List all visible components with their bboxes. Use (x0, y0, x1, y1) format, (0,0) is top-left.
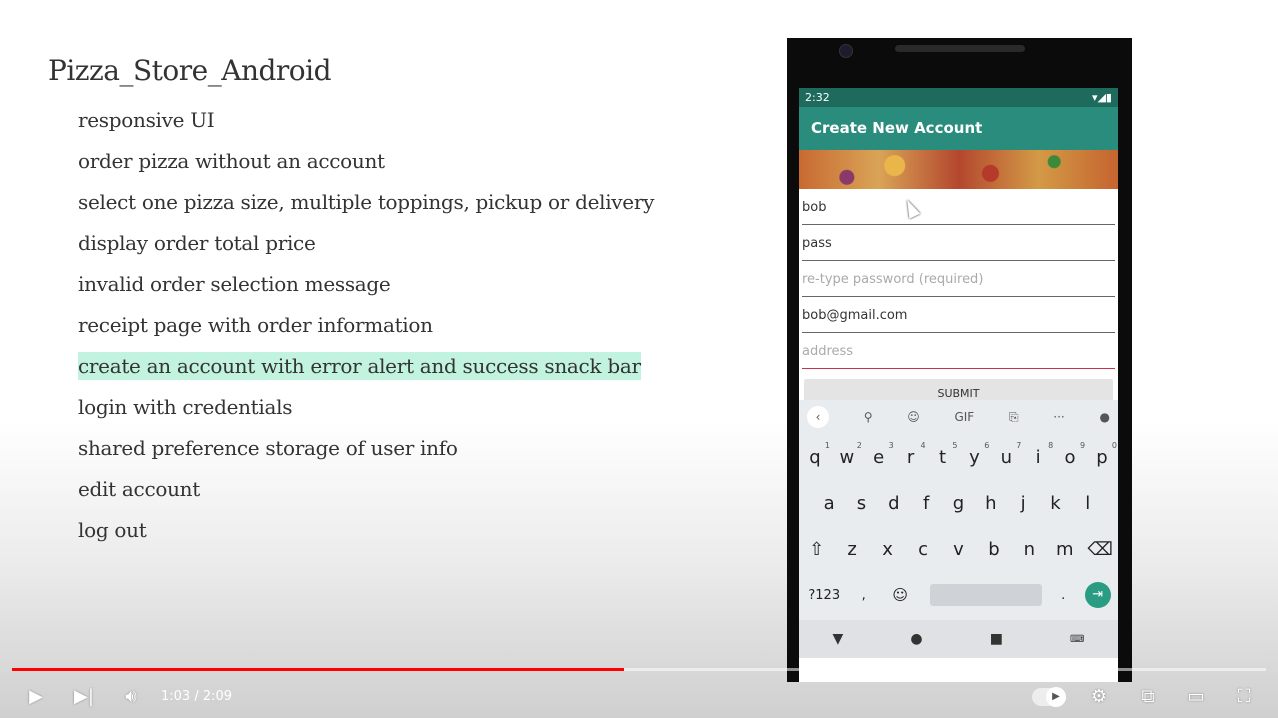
soft-keyboard: ‹ ⚲ ☺ GIF ⎘ ··· ● q1 w2 e3 r4 t5 y6 u7 i… (799, 400, 1118, 620)
feature-item: log out (78, 518, 147, 542)
email-field[interactable]: bob@gmail.com (802, 298, 1115, 333)
feature-item: select one pizza size, multiple toppings… (78, 190, 655, 214)
key[interactable]: u7 (991, 441, 1022, 468)
key[interactable]: j (1008, 493, 1038, 514)
key[interactable]: d (879, 493, 909, 514)
key[interactable]: m (1050, 539, 1080, 560)
status-time: 2:32 (805, 91, 830, 104)
android-nav-bar: ▼ ● ■ ⌨ (799, 620, 1118, 658)
feature-item-highlighted: create an account with error alert and s… (78, 352, 641, 380)
video-progress-bar[interactable] (12, 668, 1266, 671)
keyboard-back-icon[interactable]: ‹ (807, 406, 829, 428)
key[interactable]: v (943, 539, 973, 560)
key[interactable]: s (846, 493, 876, 514)
key[interactable]: a (814, 493, 844, 514)
phone-mockup: 2:32 ▾◢▮ Create New Account bob pass re-… (787, 38, 1132, 682)
home-circle-icon[interactable]: ● (910, 631, 922, 647)
keyboard-row-1: q1 w2 e3 r4 t5 y6 u7 i8 o9 p0 (799, 434, 1118, 480)
volume-icon[interactable]: 🔊︎ (117, 684, 145, 710)
username-field[interactable]: bob (802, 190, 1115, 225)
phone-speaker (895, 45, 1025, 52)
search-icon[interactable]: ⚲ (864, 410, 873, 424)
feature-item: login with credentials (78, 395, 293, 419)
key[interactable]: q1 (800, 441, 830, 468)
feature-item: order pizza without an account (78, 149, 385, 173)
feature-item: receipt page with order information (78, 313, 433, 337)
keyboard-row-3: ⇧ z x c v b n m ⌫ (799, 526, 1118, 572)
settings-gear-icon[interactable]: ⚙ (1085, 684, 1113, 710)
key[interactable]: f (911, 493, 941, 514)
signal-battery-icon: ▾◢▮ (1091, 91, 1112, 104)
key[interactable]: y6 (959, 441, 989, 468)
emoji-icon[interactable]: ☺ (885, 586, 915, 604)
keyboard-toolbar: ‹ ⚲ ☺ GIF ⎘ ··· ● (799, 400, 1118, 434)
key[interactable]: c (908, 539, 938, 560)
key[interactable]: i8 (1023, 441, 1054, 468)
next-icon[interactable]: ▶| (70, 684, 98, 710)
symbols-key[interactable]: ?123 (806, 588, 842, 603)
period-key[interactable]: . (1056, 588, 1070, 603)
keyboard-row-2: a s d f g h j k l (799, 480, 1118, 526)
camera-icon (839, 44, 853, 58)
address-field[interactable]: address (802, 334, 1115, 369)
autoplay-play-icon: ▶ (1046, 687, 1066, 707)
create-account-form: bob pass re-type password (required) bob… (799, 190, 1118, 409)
key[interactable]: t5 (928, 441, 958, 468)
key[interactable]: p0 (1087, 441, 1117, 468)
keyboard-row-4: ?123 , ☺ . ⇥ (799, 572, 1118, 618)
back-triangle-icon[interactable]: ▼ (833, 631, 844, 647)
key[interactable]: w2 (832, 441, 861, 468)
player-controls: ▶ ▶| 🔊︎ 1:03 / 2:09 ▶ ⚙ ⧉ ▭ ⛶ (0, 680, 1278, 718)
video-frame[interactable]: Pizza_Store_Android responsive UI order … (0, 0, 1278, 718)
feature-item: responsive UI (78, 108, 215, 132)
backspace-icon[interactable]: ⌫ (1085, 539, 1115, 560)
key[interactable]: h (976, 493, 1006, 514)
fullscreen-icon[interactable]: ⛶ (1230, 684, 1258, 710)
key[interactable]: x (873, 539, 903, 560)
mic-icon[interactable]: ● (1099, 410, 1109, 424)
key[interactable]: g (943, 493, 973, 514)
feature-item: shared preference storage of user info (78, 436, 458, 460)
key[interactable]: n (1014, 539, 1044, 560)
time-display: 1:03 / 2:09 (161, 689, 233, 704)
feature-item: invalid order selection message (78, 272, 391, 296)
recents-square-icon[interactable]: ■ (990, 631, 1003, 647)
miniplayer-icon[interactable]: ⧉ (1134, 684, 1162, 710)
key[interactable]: z (837, 539, 867, 560)
autoplay-toggle[interactable]: ▶ (1032, 687, 1066, 707)
key[interactable]: e3 (864, 441, 894, 468)
feature-list: responsive UI order pizza without an acc… (78, 104, 654, 555)
slide-title: Pizza_Store_Android (48, 54, 332, 87)
next-enter-icon[interactable]: ⇥ (1084, 582, 1111, 608)
video-progress-played (12, 668, 624, 671)
feature-item: display order total price (78, 231, 316, 255)
key[interactable]: b (979, 539, 1009, 560)
sticker-icon[interactable]: ☺ (907, 410, 920, 424)
translate-icon[interactable]: ⎘ (1009, 410, 1019, 425)
retype-password-field[interactable]: re-type password (required) (802, 262, 1115, 297)
key[interactable]: r4 (896, 441, 926, 468)
key[interactable]: k (1040, 493, 1070, 514)
feature-item: edit account (78, 477, 200, 501)
status-bar: 2:32 ▾◢▮ (799, 88, 1118, 107)
theater-mode-icon[interactable]: ▭ (1182, 684, 1210, 710)
password-field[interactable]: pass (802, 226, 1115, 261)
space-bar[interactable] (929, 584, 1042, 606)
app-bar-title: Create New Account (799, 107, 1118, 150)
pizza-banner-image (799, 150, 1118, 189)
keyboard-switch-icon[interactable]: ⌨ (1070, 634, 1084, 645)
key[interactable]: o9 (1055, 441, 1086, 468)
phone-screen: 2:32 ▾◢▮ Create New Account bob pass re-… (799, 88, 1118, 682)
shift-icon[interactable]: ⇧ (802, 539, 832, 560)
comma-key[interactable]: , (857, 588, 871, 603)
more-icon[interactable]: ··· (1053, 410, 1064, 424)
gif-button[interactable]: GIF (954, 410, 974, 424)
play-icon[interactable]: ▶ (22, 684, 50, 710)
key[interactable]: l (1073, 493, 1103, 514)
